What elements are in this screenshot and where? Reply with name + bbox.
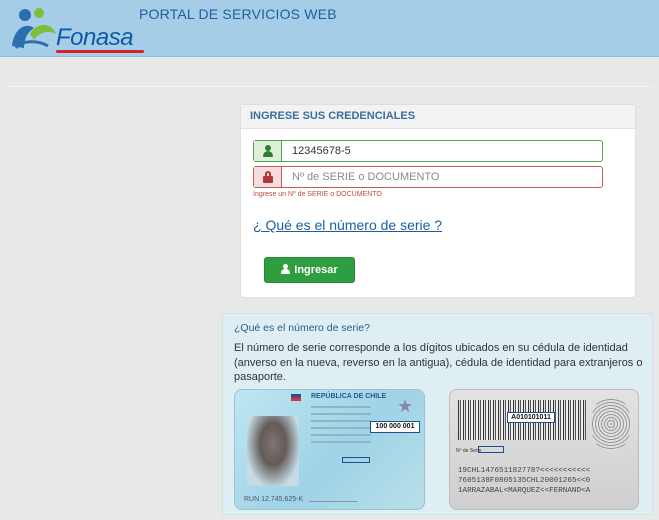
id-card-back-image: A010101011 Nº de Serie 19CHL147651182778…	[449, 389, 639, 510]
id-card-front-image: REPÚBLICA DE CHILE ★ 100 000 001 RUN 12.…	[234, 389, 425, 510]
card-signature	[309, 488, 361, 502]
card-front-run: RUN 12.745.625-K	[244, 496, 304, 503]
card-back-serial-marker	[478, 446, 504, 453]
info-title: ¿Qué es el número de serie?	[234, 322, 370, 334]
user-icon	[263, 145, 273, 157]
portal-title: PORTAL DE SERVICIOS WEB	[139, 6, 337, 22]
logo-text: Fonasa	[56, 24, 134, 51]
lock-icon-addon	[254, 167, 282, 187]
lock-icon	[263, 171, 273, 183]
fingerprint-icon	[592, 398, 630, 450]
mrz-line: 7605138F0805135CHL20001265<<0	[458, 477, 591, 485]
serie-placeholder: Nº de SERIE o DOCUMENTO	[292, 171, 440, 183]
card-back-serial-highlight: A010101011	[507, 412, 555, 423]
mrz-line: 1ARRAZABAL<MARQUEZ<<FERNAND<A	[458, 487, 591, 495]
logo-underline	[56, 50, 144, 53]
serie-help-link[interactable]: ¿ Qué es el número de serie ?	[253, 217, 442, 233]
ingresar-label: Ingresar	[294, 264, 338, 276]
card-back-mrz: 19CHL147651182778?<<<<<<<<<<< 7605138F080…	[458, 466, 590, 496]
serie-info-panel: ¿Qué es el número de serie? El número de…	[222, 313, 653, 515]
user-icon-addon	[254, 141, 282, 161]
rut-value: 12345678-5	[292, 145, 351, 157]
chile-flag-icon	[291, 394, 301, 401]
login-heading: INGRESE SUS CREDENCIALES	[241, 105, 635, 129]
card-front-serial-highlight: 100 000 001	[370, 421, 420, 433]
serie-input[interactable]: Nº de SERIE o DOCUMENTO	[253, 166, 603, 188]
ingresar-button[interactable]: Ingresar	[264, 257, 355, 283]
card-front-serial-marker	[342, 457, 370, 463]
serie-error-message: Ingrese un Nº de SERIE o DOCUMENTO	[253, 191, 382, 198]
site-header: Fonasa PORTAL DE SERVICIOS WEB	[0, 0, 659, 57]
rut-input[interactable]: 12345678-5	[253, 140, 603, 162]
user-icon	[281, 264, 291, 274]
card-photo	[247, 416, 299, 486]
info-text: El número de serie corresponde a los díg…	[234, 342, 643, 383]
divider-line	[8, 86, 653, 87]
card-front-header: REPÚBLICA DE CHILE	[311, 393, 387, 400]
login-panel: INGRESE SUS CREDENCIALES 12345678-5 Nº d…	[240, 104, 636, 298]
star-icon: ★	[397, 396, 414, 416]
fonasa-logo[interactable]: Fonasa	[8, 6, 144, 54]
fonasa-people-icon	[12, 8, 56, 50]
mrz-line: 19CHL147651182778?<<<<<<<<<<<	[458, 467, 591, 475]
